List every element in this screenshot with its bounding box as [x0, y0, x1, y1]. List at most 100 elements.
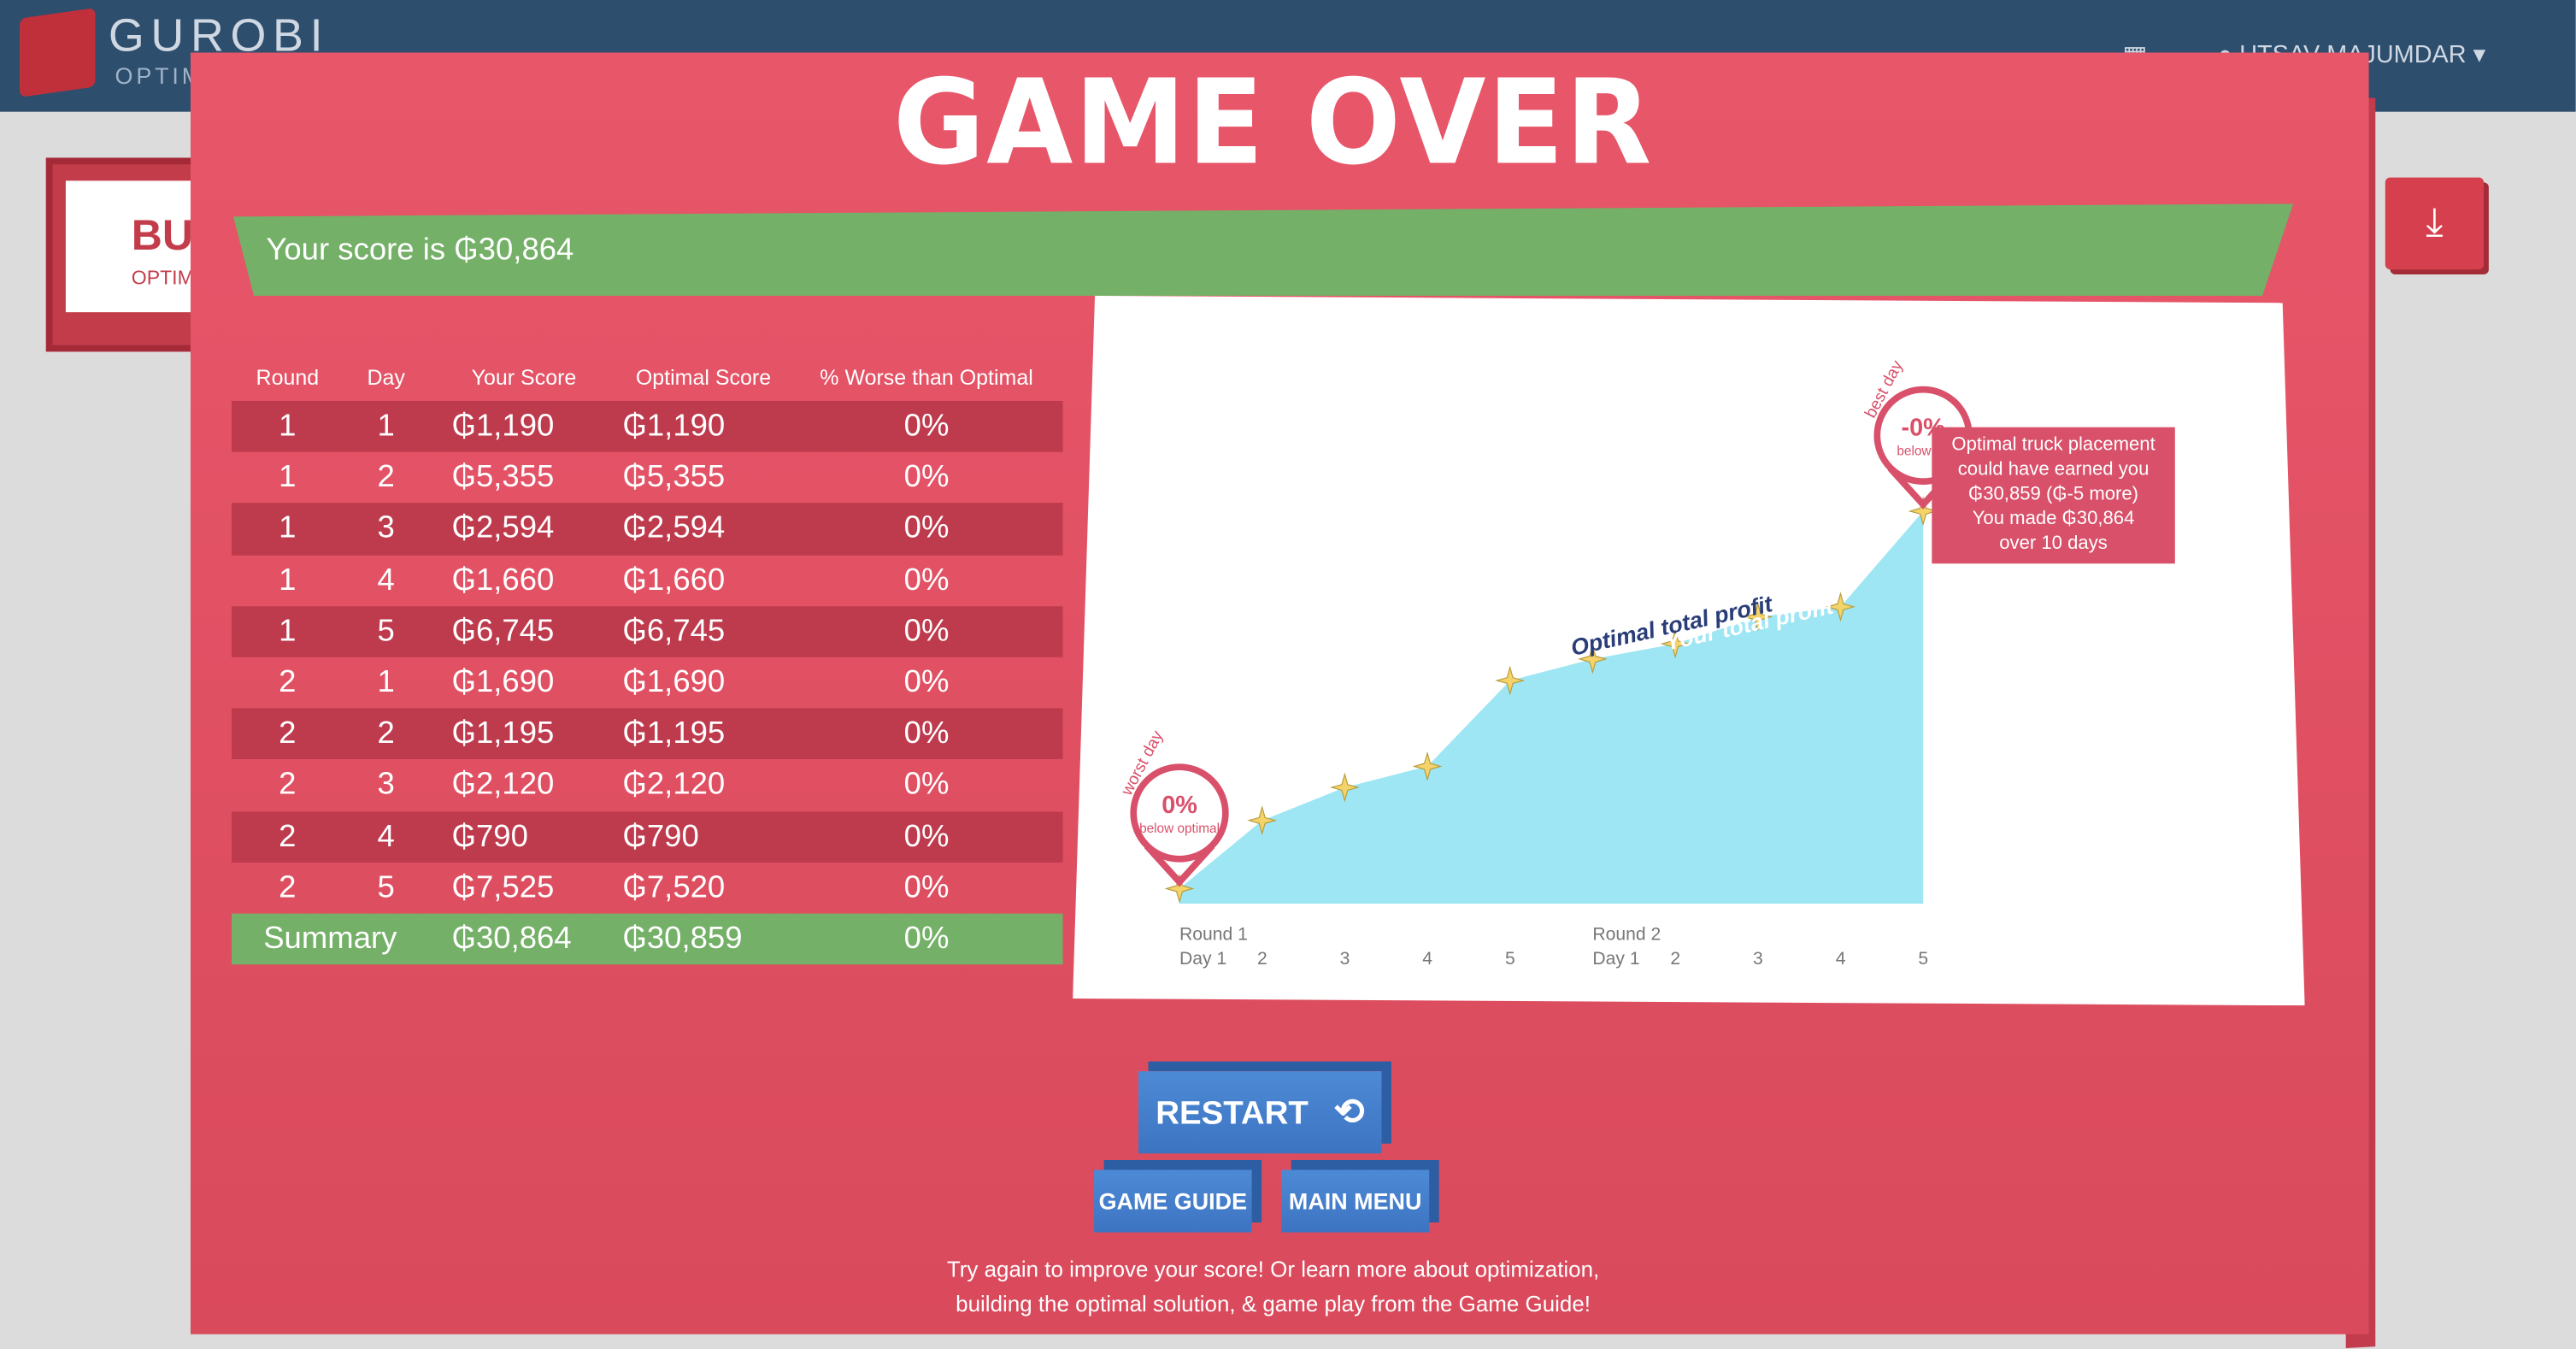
download-icon: ⤓ [2426, 200, 2444, 245]
game-guide-label: GAME GUIDE [1098, 1187, 1248, 1215]
header-day: Day [367, 364, 405, 390]
header-your-score: Your Score [471, 364, 577, 390]
x-tick-round-label: Round 2 [1592, 924, 1661, 944]
x-tick-label: 3 [1340, 949, 1350, 969]
cell-percent-worse: 0% [903, 511, 950, 546]
worst-day-pin-value: 0% [1162, 792, 1197, 819]
table-row: 2 1 ₲1,690 ₲1,690 0% [232, 657, 1063, 709]
cell-round: 1 [279, 511, 297, 546]
game-over-title: GAME OVER [892, 56, 1654, 192]
cell-percent-worse: 0% [903, 409, 950, 444]
cell-round: 2 [279, 819, 297, 854]
cell-day: 5 [377, 870, 395, 905]
summary-optimal-score: ₲30,859 [622, 922, 743, 957]
summary-label: Summary [263, 922, 397, 957]
tooltip-line-2: could have earned you [1957, 460, 2150, 480]
restart-label: RESTART [1156, 1096, 1309, 1133]
x-tick-label: 3 [1753, 949, 1763, 969]
x-tick-label: Day 1 [1179, 949, 1226, 969]
x-tick-label: 4 [1422, 949, 1432, 969]
table-row: 1 1 ₲1,190 ₲1,190 0% [232, 400, 1063, 452]
cell-optimal-score: ₲6,745 [622, 614, 726, 649]
main-menu-button[interactable]: MAIN MENU [1281, 1169, 1430, 1233]
cell-your-score: ₲1,195 [451, 716, 555, 751]
cell-optimal-score: ₲1,660 [622, 563, 726, 598]
cell-day: 1 [377, 409, 395, 444]
cell-your-score: ₲790 [451, 819, 528, 854]
table-row: 2 2 ₲1,195 ₲1,195 0% [232, 708, 1063, 760]
header-optimal-score: Optimal Score [635, 364, 772, 390]
table-header: Round Day Your Score Optimal Score % Wor… [232, 355, 1063, 401]
cell-percent-worse: 0% [903, 614, 950, 649]
footer-text: Try again to improve your score! Or lear… [920, 1252, 1626, 1322]
tooltip-line-1: Optimal truck placement [1951, 435, 2155, 456]
main-menu-label: MAIN MENU [1288, 1187, 1422, 1215]
tooltip-line-4: You made ₲30,864 [1972, 509, 2135, 529]
table-row: 1 5 ₲6,745 ₲6,745 0% [232, 605, 1063, 657]
x-tick-round-label: Round 1 [1179, 924, 1248, 944]
header-round: Round [256, 364, 320, 390]
cell-optimal-score: ₲2,120 [622, 768, 726, 803]
cell-round: 1 [279, 409, 297, 444]
cell-day: 4 [377, 819, 395, 854]
header-percent-worse: % Worse than Optimal [820, 364, 1033, 390]
cell-round: 2 [279, 665, 297, 700]
x-tick-label: 4 [1836, 949, 1846, 969]
cell-optimal-score: ₲2,594 [622, 511, 726, 546]
cell-percent-worse: 0% [903, 819, 950, 854]
x-tick-label: 2 [1257, 949, 1267, 969]
cell-percent-worse: 0% [903, 460, 950, 495]
cell-your-score: ₲1,190 [451, 409, 555, 444]
profit-chart: Round 1 Day 1 2 3 4 5 Round 2 Day 1 2 3 4 5 Optimal … [1073, 295, 2305, 1006]
table-row: 2 5 ₲7,525 ₲7,520 0% [232, 862, 1063, 913]
cell-optimal-score: ₲1,195 [622, 716, 726, 751]
cell-optimal-score: ₲1,190 [622, 409, 726, 444]
game-guide-button[interactable]: GAME GUIDE [1094, 1169, 1252, 1233]
cell-day: 4 [377, 563, 395, 598]
background-card-text: BU [131, 210, 193, 260]
table-row: 1 3 ₲2,594 ₲2,594 0% [232, 503, 1063, 555]
cell-round: 2 [279, 768, 297, 803]
cell-percent-worse: 0% [903, 563, 950, 598]
tooltip-line-3: ₲30,859 (₲-5 more) [1968, 485, 2139, 505]
x-tick-label: 5 [1918, 949, 1928, 969]
table-row: 2 3 ₲2,120 ₲2,120 0% [232, 760, 1063, 811]
profit-area [1179, 510, 1924, 904]
cell-your-score: ₲5,355 [451, 460, 555, 495]
cell-your-score: ₲7,525 [451, 870, 555, 905]
cell-percent-worse: 0% [903, 716, 950, 751]
summary-your-score: ₲30,864 [451, 922, 572, 957]
footer-line-1: Try again to improve your score! Or lear… [946, 1257, 1600, 1282]
cell-day: 5 [377, 614, 395, 649]
cell-your-score: ₲1,690 [451, 665, 555, 700]
table-row: 1 4 ₲1,660 ₲1,660 0% [232, 555, 1063, 606]
table-row: 2 4 ₲790 ₲790 0% [232, 810, 1063, 863]
cell-day: 3 [377, 511, 395, 546]
cell-round: 2 [279, 870, 297, 905]
cell-day: 1 [377, 665, 395, 700]
x-tick-label: 2 [1670, 949, 1680, 969]
profit-chart-svg: Round 1Day 1 2 3 4 5Round 2Day 1 2 3 4 5Optimal … [1118, 357, 1973, 969]
footer-line-2: building the optimal solution, & game pl… [956, 1291, 1591, 1317]
worst-day-pin-sub: below optimal [1139, 822, 1220, 836]
cell-optimal-score: ₲790 [622, 819, 699, 854]
cell-percent-worse: 0% [903, 870, 950, 905]
cell-round: 1 [279, 460, 297, 495]
chart-tooltip: Optimal truck placement could have earne… [1932, 427, 2175, 564]
cell-percent-worse: 0% [903, 768, 950, 803]
cell-round: 1 [279, 614, 297, 649]
score-text: Your score is ₲30,864 [266, 233, 574, 268]
cell-optimal-score: ₲5,355 [622, 460, 726, 495]
tooltip-line-5: over 10 days [1999, 533, 2108, 554]
cell-day: 2 [377, 460, 395, 495]
cell-optimal-score: ₲1,690 [622, 665, 726, 700]
cell-round: 1 [279, 563, 297, 598]
cell-percent-worse: 0% [903, 665, 950, 700]
cell-your-score: ₲2,120 [451, 768, 555, 803]
restart-button[interactable]: RESTART ⟲ [1138, 1071, 1382, 1154]
cell-round: 2 [279, 716, 297, 751]
x-tick-label: Day 1 [1592, 949, 1639, 969]
cell-day: 3 [377, 768, 395, 803]
x-tick-label: 5 [1505, 949, 1515, 969]
summary-row: Summary ₲30,864 ₲30,859 0% [232, 913, 1063, 965]
